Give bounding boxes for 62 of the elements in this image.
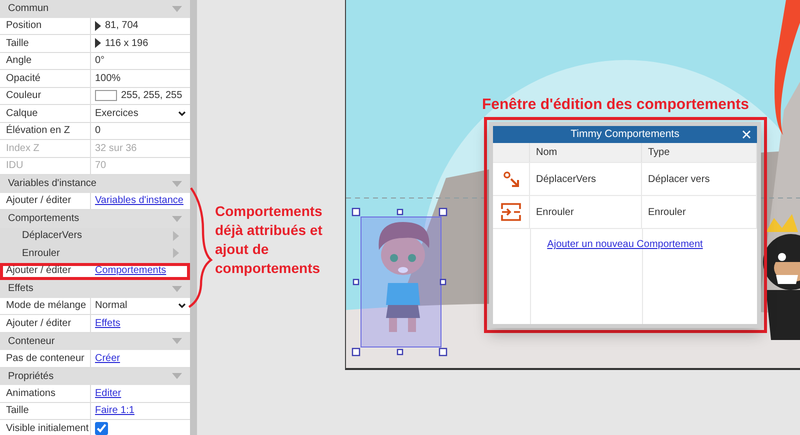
annotation-text: Fenêtre d'édition des comportements — [482, 95, 749, 115]
chevron-down-icon — [178, 110, 186, 116]
property-label: Taille — [6, 36, 29, 51]
property-label: Animations — [6, 386, 56, 401]
resize-handle[interactable] — [438, 348, 448, 356]
resize-handle[interactable] — [352, 348, 360, 356]
property-label: Calque — [6, 106, 38, 121]
property-label: Opacité — [6, 72, 40, 86]
resize-handle[interactable] — [396, 208, 404, 216]
table-cell: Enrouler — [642, 195, 757, 228]
resize-handle[interactable] — [352, 208, 360, 216]
resize-handle[interactable] — [396, 348, 404, 356]
behavior-item[interactable]: Enrouler — [22, 246, 60, 261]
arrow-icon — [503, 171, 519, 187]
property-value: 0° — [95, 54, 105, 68]
add-behavior-link[interactable]: Ajouter un nouveau Comportement — [547, 237, 703, 252]
dialog-title: Timmy Comportements — [570, 126, 680, 142]
checkbox[interactable] — [95, 422, 108, 435]
table-cell: DéplacerVers — [530, 162, 642, 195]
property-label: Ajouter / éditer — [6, 264, 72, 278]
property-label: Mode de mélange — [6, 299, 86, 314]
property-label: Pas de conteneur — [6, 352, 84, 366]
table-cell: Enrouler — [530, 195, 642, 228]
property-value: 0 — [95, 124, 101, 138]
property-label: Ajouter / éditer — [6, 316, 72, 331]
resize-handle[interactable] — [440, 278, 446, 286]
caret-right-icon[interactable] — [95, 38, 101, 48]
section-title: Comportements — [8, 212, 80, 226]
chevron-down-icon — [178, 303, 186, 308]
property-label: Élévation en Z — [6, 123, 70, 138]
section-title: Propriétés — [8, 370, 54, 384]
section-title: Commun — [8, 2, 49, 16]
scrollbar[interactable] — [190, 0, 197, 435]
property-label: Index Z — [6, 142, 40, 156]
close-icon[interactable] — [742, 130, 751, 139]
property-label: Visible initialement — [6, 422, 89, 435]
property-value: 116 x 196 — [105, 36, 148, 51]
property-label: Taille — [6, 404, 29, 418]
caret-right-icon[interactable] — [95, 20, 101, 31]
property-link[interactable]: Comportements — [95, 263, 166, 278]
property-value: 70 — [95, 159, 106, 174]
column-header: Nom — [530, 143, 642, 162]
annotation-text: Comportements déjà attribués et ajout de comportements — [215, 202, 324, 278]
resize-handle[interactable] — [352, 278, 360, 286]
section-title: Variables d'instance — [8, 177, 96, 192]
section-title: Effets — [8, 282, 34, 296]
section-title: Conteneur — [8, 334, 55, 349]
property-value: 81, 704 — [105, 19, 138, 34]
table-cell: Déplacer vers — [642, 162, 757, 195]
column-header: Type — [642, 143, 757, 162]
property-label: Couleur — [6, 89, 42, 104]
property-label: Angle — [6, 54, 32, 68]
color-swatch[interactable] — [95, 90, 117, 102]
property-value: 255, 255, 255 — [121, 89, 182, 104]
property-value: 100% — [95, 72, 121, 86]
bracket-arrow-icon — [501, 203, 521, 221]
property-label: Position — [6, 19, 42, 34]
property-value: 32 sur 36 — [95, 142, 137, 156]
property-label: Ajouter / éditer — [6, 194, 72, 208]
property-label: IDU — [6, 159, 24, 174]
resize-handle[interactable] — [438, 208, 448, 216]
behavior-item[interactable]: DéplacerVers — [22, 228, 82, 244]
